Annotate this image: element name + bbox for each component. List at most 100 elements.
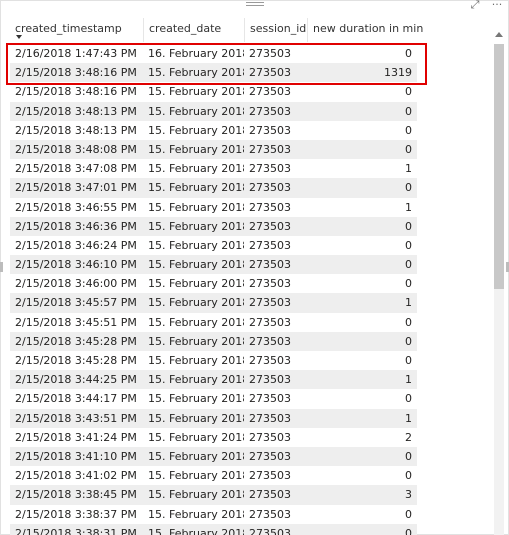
scrollbar-thumb[interactable] (494, 44, 504, 289)
cell-created-date: 15. February 2018 (148, 315, 244, 329)
table-row[interactable]: 2/15/2018 3:41:24 PM 15. February 2018 273… (10, 428, 417, 447)
table-row[interactable]: 2/15/2018 3:48:08 PM 15. February 2018 273… (10, 139, 417, 160)
cell-created-timestamp: 2/15/2018 3:48:16 PM (15, 85, 137, 99)
cell-created-timestamp: 2/15/2018 3:47:01 PM (15, 181, 137, 195)
table-row[interactable]: 2/15/2018 3:46:24 PM 15. February 2018 273… (10, 236, 417, 255)
cell-new-duration: 0 (405, 219, 412, 233)
cell-new-duration: 0 (405, 85, 412, 99)
cell-created-date: 15. February 2018 (148, 373, 244, 387)
cell-session-id: 273503 (249, 258, 291, 272)
cell-created-timestamp: 2/16/2018 1:47:43 PM (15, 47, 137, 60)
cell-session-id: 273503 (249, 469, 291, 483)
column-header-label: created_date (149, 22, 222, 35)
table-row[interactable]: 2/16/2018 1:47:43 PM 16. February 2018 273… (10, 44, 417, 63)
table-row[interactable]: 2/15/2018 3:44:17 PM 15. February 2018 273… (10, 389, 417, 408)
cell-new-duration: 0 (405, 392, 412, 406)
cell-created-timestamp: 2/15/2018 3:44:17 PM (15, 392, 137, 406)
cell-created-timestamp: 2/15/2018 3:41:02 PM (15, 469, 137, 483)
table-row[interactable]: 2/15/2018 3:46:36 PM 15. February 2018 273… (10, 216, 417, 236)
cell-created-timestamp: 2/15/2018 3:38:37 PM (15, 507, 137, 521)
cell-created-date: 15. February 2018 (148, 66, 244, 80)
cell-new-duration: 0 (405, 315, 412, 329)
table-row[interactable]: 2/15/2018 3:41:10 PM 15. February 2018 273… (10, 446, 417, 467)
cell-created-date: 15. February 2018 (148, 430, 244, 444)
column-header-created-timestamp[interactable]: created_timestamp (10, 18, 143, 42)
cell-new-duration: 3 (405, 488, 412, 502)
cell-session-id: 273503 (249, 411, 291, 425)
table-row[interactable]: 2/15/2018 3:46:00 PM 15. February 2018 273… (10, 274, 417, 293)
table-row[interactable]: 2/15/2018 3:45:57 PM 15. February 2018 273… (10, 293, 417, 313)
focus-mode-icon[interactable]: ⤢ (469, 0, 481, 12)
cell-session-id: 273503 (249, 181, 291, 195)
cell-created-timestamp: 2/15/2018 3:46:10 PM (15, 258, 137, 272)
cell-session-id: 273503 (249, 66, 291, 80)
cell-session-id: 273503 (249, 162, 291, 176)
cell-new-duration: 0 (405, 181, 412, 195)
cell-session-id: 273503 (249, 334, 291, 348)
table-row[interactable]: 2/15/2018 3:45:28 PM 15. February 2018 273… (10, 351, 417, 370)
cell-created-date: 15. February 2018 (148, 449, 244, 463)
cell-created-date: 15. February 2018 (148, 219, 244, 233)
cell-session-id: 273503 (249, 449, 291, 463)
table-row[interactable]: 2/15/2018 3:48:16 PM 15. February 2018 273… (10, 82, 417, 101)
column-header-session-id[interactable]: session_id (244, 18, 307, 42)
vertical-scrollbar[interactable] (494, 44, 504, 535)
table-row[interactable]: 2/15/2018 3:43:51 PM 15. February 2018 273… (10, 408, 417, 428)
cell-new-duration: 2 (405, 430, 412, 444)
cell-created-timestamp: 2/15/2018 3:44:25 PM (15, 373, 137, 387)
table-row[interactable]: 2/15/2018 3:38:37 PM 15. February 2018 273… (10, 505, 417, 524)
table-header: created_timestamp created_date session_i… (10, 18, 423, 42)
cell-new-duration: 1 (405, 373, 412, 387)
table-row[interactable]: 2/15/2018 3:47:08 PM 15. February 2018 273… (10, 159, 417, 178)
resize-handle-left[interactable] (0, 262, 3, 272)
table-row[interactable]: 2/15/2018 3:48:16 PM 15. February 2018 273… (10, 63, 417, 83)
cell-session-id: 273503 (249, 47, 291, 60)
cell-created-date: 15. February 2018 (148, 296, 244, 310)
scroll-up-arrow-icon[interactable] (494, 30, 504, 40)
drag-handle-icon[interactable] (246, 0, 264, 8)
table-row[interactable]: 2/15/2018 3:48:13 PM 15. February 2018 273… (10, 121, 417, 140)
cell-created-date: 15. February 2018 (148, 85, 244, 99)
table-row[interactable]: 2/15/2018 3:45:51 PM 15. February 2018 273… (10, 313, 417, 332)
cell-session-id: 273503 (249, 296, 291, 310)
cell-created-timestamp: 2/15/2018 3:46:00 PM (15, 277, 137, 291)
cell-created-timestamp: 2/15/2018 3:46:36 PM (15, 219, 137, 233)
table-row[interactable]: 2/15/2018 3:38:45 PM 15. February 2018 273… (10, 485, 417, 505)
cell-created-date: 15. February 2018 (148, 104, 244, 118)
table-row[interactable]: 2/15/2018 3:44:25 PM 15. February 2018 273… (10, 370, 417, 390)
cell-new-duration: 1319 (384, 66, 412, 80)
cell-created-date: 15. February 2018 (148, 162, 244, 176)
cell-new-duration: 0 (405, 47, 412, 60)
cell-created-timestamp: 2/15/2018 3:46:55 PM (15, 200, 137, 214)
cell-created-timestamp: 2/15/2018 3:43:51 PM (15, 411, 137, 425)
cell-created-timestamp: 2/15/2018 3:38:31 PM (15, 526, 137, 535)
cell-created-date: 15. February 2018 (148, 142, 244, 156)
cell-new-duration: 1 (405, 296, 412, 310)
cell-session-id: 273503 (249, 373, 291, 387)
cell-created-timestamp: 2/15/2018 3:48:13 PM (15, 104, 137, 118)
more-options-icon[interactable]: ··· (491, 0, 503, 12)
cell-new-duration: 0 (405, 334, 412, 348)
table-body: 2/16/2018 1:47:43 PM 16. February 2018 273… (10, 44, 417, 535)
cell-created-timestamp: 2/15/2018 3:45:57 PM (15, 296, 137, 310)
cell-created-date: 15. February 2018 (148, 200, 244, 214)
cell-session-id: 273503 (249, 85, 291, 99)
cell-new-duration: 0 (405, 277, 412, 291)
table-row[interactable]: 2/15/2018 3:41:02 PM 15. February 2018 273… (10, 466, 417, 485)
column-header-created-date[interactable]: created_date (143, 18, 244, 42)
table-row[interactable]: 2/15/2018 3:45:28 PM 15. February 2018 273… (10, 331, 417, 351)
cell-session-id: 273503 (249, 430, 291, 444)
table-row[interactable]: 2/15/2018 3:38:31 PM 15. February 2018 273… (10, 523, 417, 535)
cell-created-timestamp: 2/15/2018 3:48:13 PM (15, 123, 137, 137)
cell-created-date: 15. February 2018 (148, 238, 244, 252)
table-row[interactable]: 2/15/2018 3:47:01 PM 15. February 2018 273… (10, 178, 417, 198)
cell-created-timestamp: 2/15/2018 3:41:24 PM (15, 430, 137, 444)
cell-new-duration: 0 (405, 238, 412, 252)
table-row[interactable]: 2/15/2018 3:48:13 PM 15. February 2018 273… (10, 101, 417, 121)
table-row[interactable]: 2/15/2018 3:46:10 PM 15. February 2018 273… (10, 255, 417, 275)
table-row[interactable]: 2/15/2018 3:46:55 PM 15. February 2018 273… (10, 198, 417, 217)
cell-session-id: 273503 (249, 200, 291, 214)
column-header-new-duration[interactable]: new duration in min (307, 18, 423, 42)
cell-new-duration: 0 (405, 469, 412, 483)
cell-created-timestamp: 2/15/2018 3:48:08 PM (15, 142, 137, 156)
